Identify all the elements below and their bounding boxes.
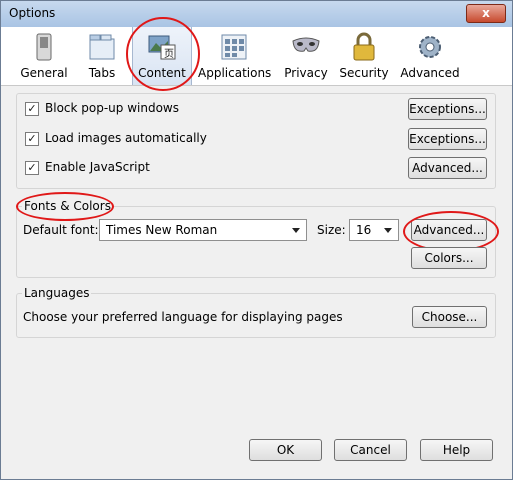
checkbox-checked-icon[interactable]: ✓: [25, 132, 39, 146]
languages-description: Choose your preferred language for displ…: [23, 310, 343, 324]
padlock-icon: [353, 32, 375, 61]
javascript-advanced-button[interactable]: Advanced...: [408, 157, 487, 179]
options-toolbar: General Tabs 页 Content Applications Priv…: [1, 27, 512, 86]
tabs-icon: [89, 34, 115, 60]
font-size-select[interactable]: 16: [349, 219, 399, 241]
font-size-value: 16: [356, 223, 372, 237]
switch-icon: [36, 33, 52, 61]
images-exceptions-button[interactable]: Exceptions...: [408, 128, 487, 150]
tab-security[interactable]: Security: [339, 27, 389, 85]
help-button[interactable]: Help: [420, 439, 493, 461]
privacy-mask-icon: [292, 37, 320, 52]
checkbox-label: Load images automatically: [45, 131, 207, 145]
tab-privacy[interactable]: Privacy: [281, 27, 331, 85]
choose-language-button[interactable]: Choose...: [412, 306, 487, 328]
colors-button[interactable]: Colors...: [411, 247, 487, 269]
annotation-circle-advanced: [403, 211, 499, 252]
ok-button[interactable]: OK: [249, 439, 322, 461]
gear-icon: [419, 36, 441, 58]
tab-general[interactable]: General: [15, 27, 73, 85]
tab-applications[interactable]: Applications: [198, 27, 271, 85]
default-font-value: Times New Roman: [106, 223, 218, 237]
checkbox-checked-icon[interactable]: ✓: [25, 161, 39, 175]
tab-tabs[interactable]: Tabs: [77, 27, 127, 85]
chevron-down-icon: [292, 228, 300, 233]
checkbox-label: Block pop-up windows: [45, 101, 179, 115]
default-font-label: Default font:: [23, 223, 99, 237]
cancel-button[interactable]: Cancel: [334, 439, 407, 461]
annotation-circle-content: [126, 17, 200, 91]
title-bar: Options x: [1, 1, 512, 28]
annotation-circle-fonts: [16, 192, 114, 221]
languages-label: Languages: [22, 286, 92, 300]
applications-icon: [221, 34, 247, 60]
window-title: Options: [9, 6, 56, 20]
chevron-down-icon: [384, 228, 392, 233]
checkbox-checked-icon[interactable]: ✓: [25, 102, 39, 116]
options-window: Options x General Tabs 页 Content Applica…: [0, 0, 513, 480]
checkbox-label: Enable JavaScript: [45, 160, 150, 174]
size-label: Size:: [317, 223, 346, 237]
default-font-select[interactable]: Times New Roman: [99, 219, 307, 241]
popup-exceptions-button[interactable]: Exceptions...: [408, 98, 487, 120]
close-button[interactable]: x: [466, 4, 506, 23]
tab-advanced[interactable]: Advanced: [399, 27, 461, 85]
